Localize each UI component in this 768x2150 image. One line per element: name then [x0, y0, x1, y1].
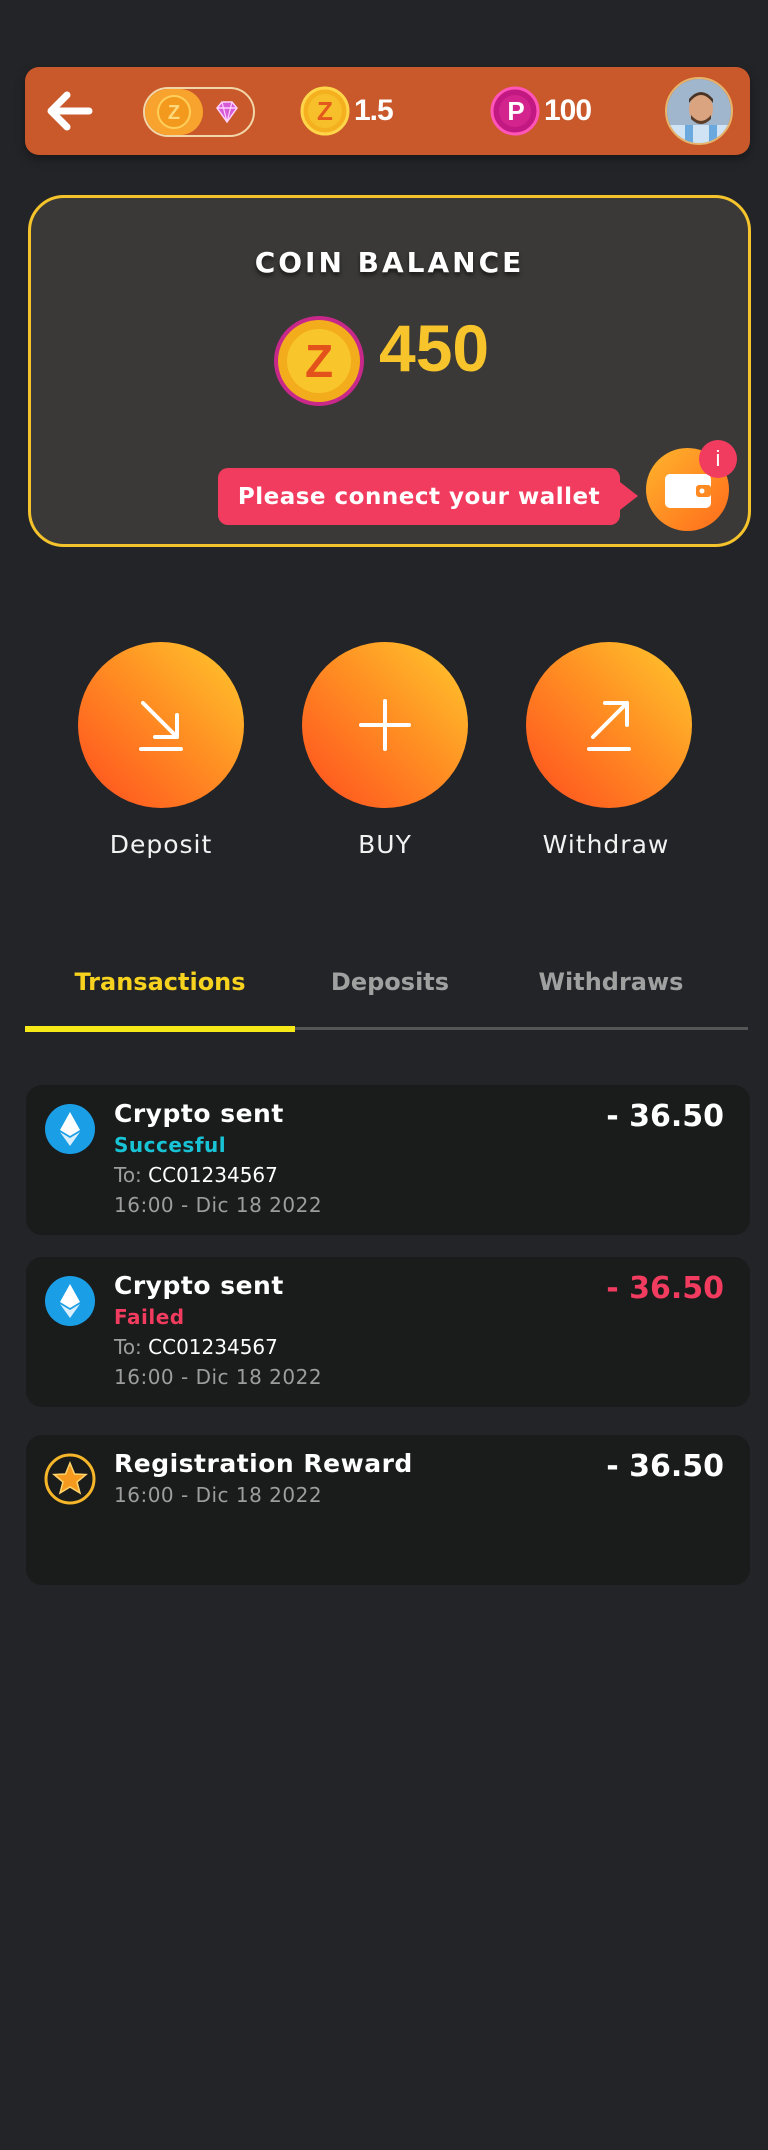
- back-arrow-icon[interactable]: [47, 91, 93, 131]
- arrow-down-right-icon: [139, 701, 183, 751]
- transaction-date: 16:00 - Dic 18 2022: [114, 1193, 323, 1217]
- transaction-recipient: To: CC01234567: [114, 1335, 278, 1359]
- withdraw-button[interactable]: [526, 642, 692, 808]
- z-coin-icon: Z: [274, 316, 364, 406]
- currency-toggle[interactable]: Z: [143, 87, 255, 137]
- ethereum-icon: [45, 1276, 95, 1326]
- transaction-title: Crypto sent: [114, 1271, 284, 1300]
- svg-text:Z: Z: [168, 102, 180, 124]
- buy-button[interactable]: [302, 642, 468, 808]
- star-icon: [44, 1453, 96, 1505]
- points-balance-display: P 100: [490, 85, 592, 137]
- transaction-item[interactable]: Crypto sent Failed To: CC01234567 16:00 …: [26, 1257, 750, 1407]
- ethereum-icon: [45, 1104, 95, 1154]
- active-tab-indicator: [25, 1026, 295, 1032]
- transaction-date: 16:00 - Dic 18 2022: [114, 1365, 323, 1389]
- transaction-item[interactable]: Registration Reward 16:00 - Dic 18 2022 …: [26, 1435, 750, 1585]
- transaction-amount: - 36.50: [606, 1271, 724, 1306]
- transaction-amount: - 36.50: [606, 1449, 724, 1484]
- top-bar: Z Z 1.5 P 100: [25, 67, 750, 155]
- deposit-button[interactable]: [78, 642, 244, 808]
- arrow-up-right-icon: [587, 701, 631, 751]
- transaction-amount: - 36.50: [606, 1099, 724, 1134]
- transaction-title: Crypto sent: [114, 1099, 284, 1128]
- plus-icon: [359, 699, 411, 751]
- transaction-status: Failed: [114, 1305, 185, 1329]
- card-title: COIN BALANCE: [254, 246, 525, 279]
- svg-text:Z: Z: [305, 335, 333, 387]
- buy-label: BUY: [358, 830, 412, 859]
- transaction-item[interactable]: Crypto sent Succesful To: CC01234567 16:…: [26, 1085, 750, 1235]
- transaction-status: Succesful: [114, 1133, 227, 1157]
- transaction-recipient: To: CC01234567: [114, 1163, 278, 1187]
- transaction-date: 16:00 - Dic 18 2022: [114, 1483, 323, 1507]
- p-coin-icon: P: [490, 86, 540, 136]
- points-balance-value: 100: [544, 94, 592, 127]
- transaction-title: Registration Reward: [114, 1449, 413, 1478]
- tab-withdraws[interactable]: Withdraws: [476, 968, 746, 996]
- coin-balance-value: 1.5: [354, 94, 394, 127]
- svg-text:P: P: [507, 96, 524, 126]
- svg-text:Z: Z: [317, 96, 333, 126]
- connect-wallet-message[interactable]: Please connect your wallet: [218, 468, 638, 525]
- user-avatar[interactable]: [665, 77, 733, 145]
- diamond-icon: [216, 101, 238, 124]
- z-coin-icon: Z: [300, 86, 350, 136]
- coin-balance-display: Z 1.5: [300, 85, 394, 137]
- info-badge[interactable]: i: [699, 440, 737, 478]
- z-coin-icon: Z: [157, 95, 191, 129]
- coin-balance-card: COIN BALANCE Z 450 Please connect your w…: [28, 195, 751, 547]
- deposit-label: Deposit: [109, 830, 213, 859]
- withdraw-label: Withdraw: [542, 830, 670, 859]
- coin-balance-amount: 450: [379, 311, 490, 385]
